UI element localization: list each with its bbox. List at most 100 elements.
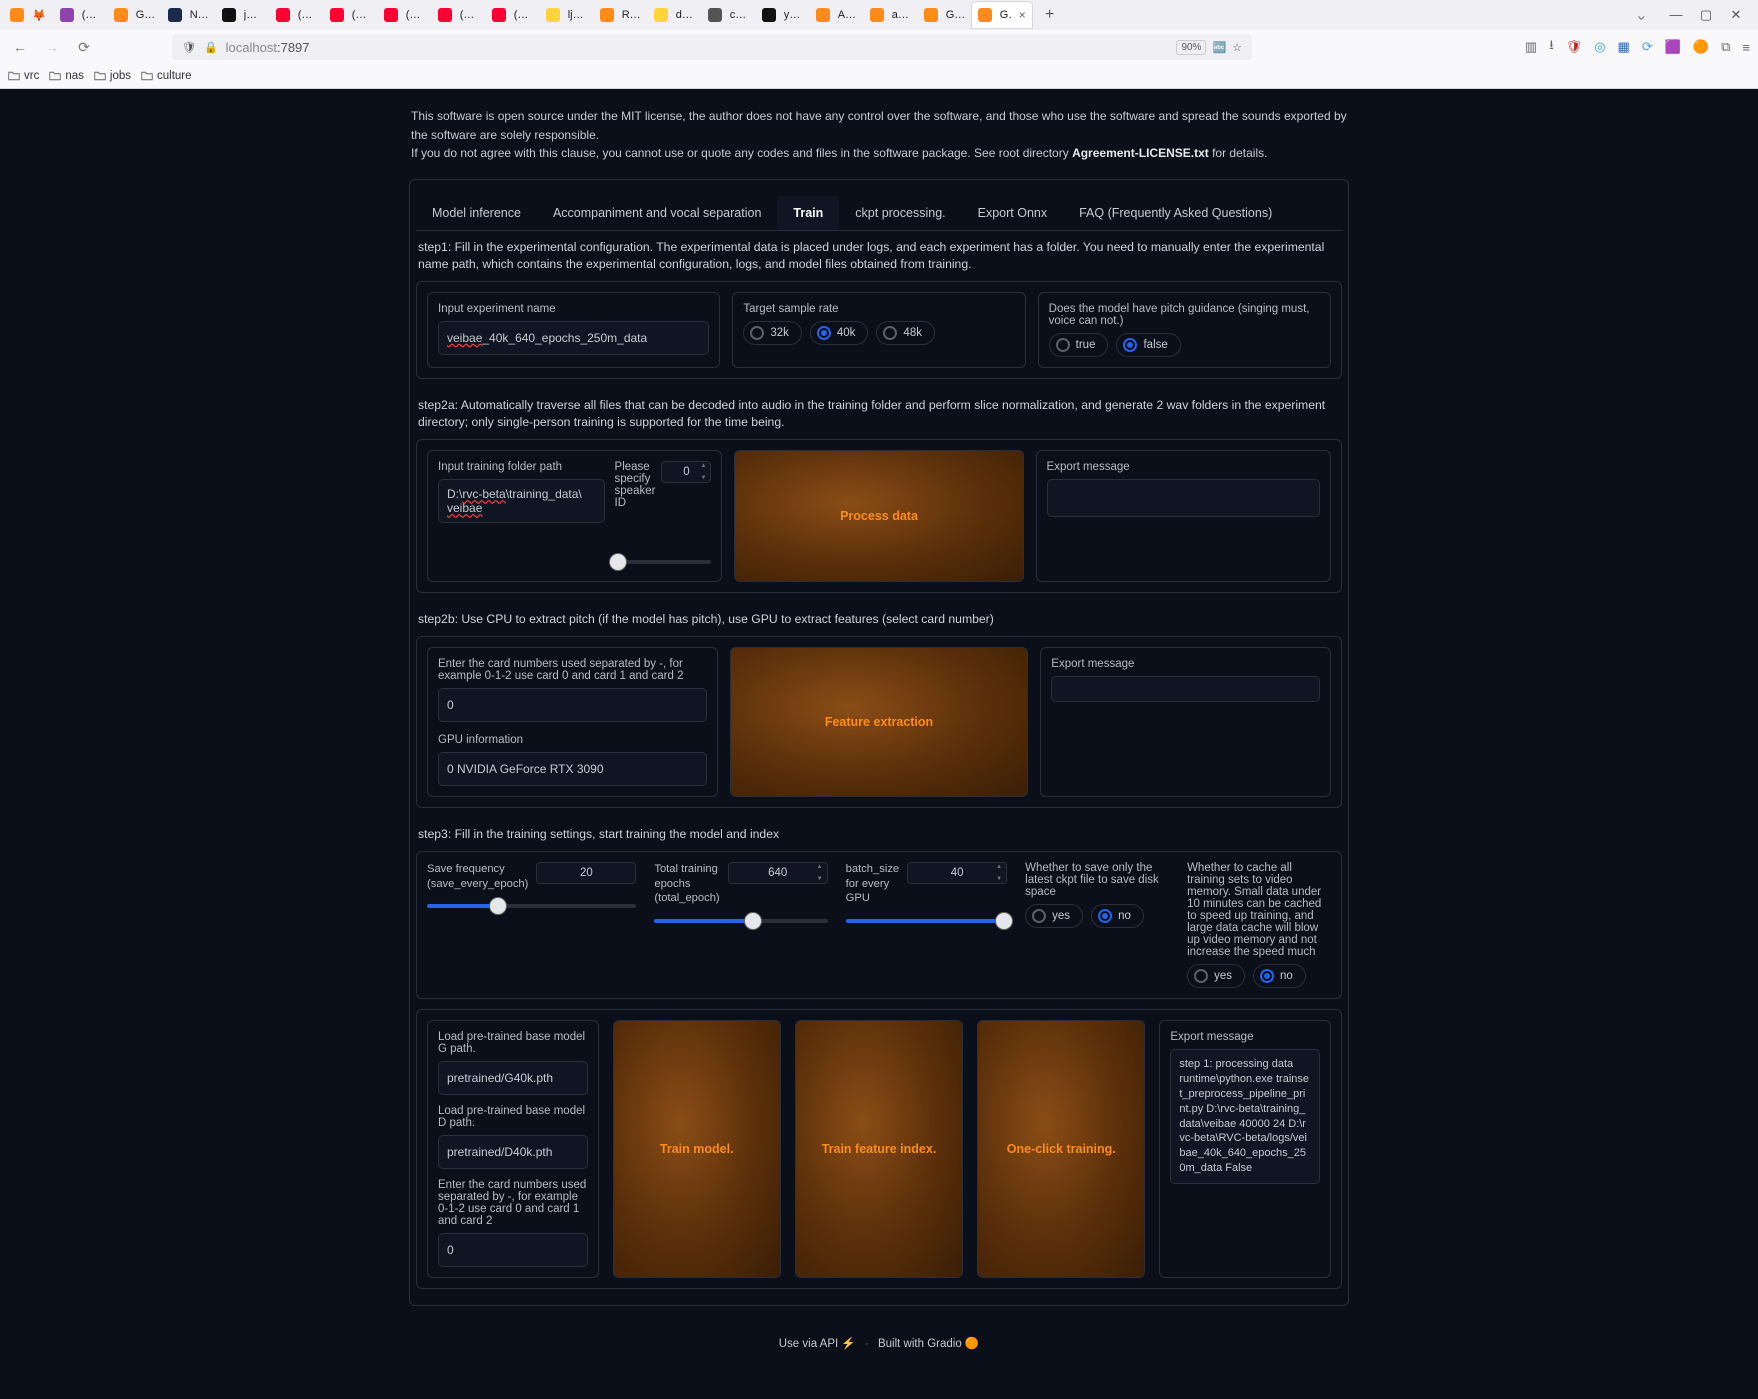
feature-extraction-button[interactable]: Feature extraction bbox=[730, 647, 1029, 797]
tab-faq[interactable]: FAQ (Frequently Asked Questions) bbox=[1063, 196, 1288, 230]
ext-icon-2[interactable]: ▦ bbox=[1618, 39, 1630, 55]
tab-train[interactable]: Train bbox=[777, 196, 839, 230]
bookmark-folder[interactable]: culture bbox=[141, 70, 192, 82]
radio-48k[interactable]: 48k bbox=[876, 321, 935, 345]
experiment-name-input[interactable]: veibae_40k_640_epochs_250m_data bbox=[438, 321, 709, 355]
window-maximize-icon[interactable]: ▢ bbox=[1698, 7, 1714, 23]
pretrained-g-input[interactable]: pretrained/G40k.pth bbox=[438, 1061, 588, 1095]
training-folder-label: Input training folder path bbox=[438, 461, 605, 473]
ext-icon-4[interactable]: 🟪 bbox=[1665, 39, 1681, 55]
browser-tab[interactable]: (2) [25 bbox=[378, 2, 430, 28]
tab-favicon bbox=[924, 8, 938, 22]
browser-tab[interactable]: jaywal bbox=[216, 2, 268, 28]
new-tab-button[interactable]: + bbox=[1038, 3, 1062, 27]
browser-tab[interactable]: adding bbox=[864, 2, 916, 28]
batch-size-input[interactable]: 40▲▼ bbox=[907, 862, 1007, 884]
step3-cards-input[interactable]: 0 bbox=[438, 1233, 588, 1267]
browser-tab[interactable]: yt-dlp bbox=[756, 2, 808, 28]
browser-tab[interactable]: (2) [02 bbox=[432, 2, 484, 28]
speaker-id-input[interactable]: 0 ▲▼ bbox=[661, 461, 711, 483]
gpu-info-input[interactable]: 0 NVIDIA GeForce RTX 3090 bbox=[438, 752, 707, 786]
tab-favicon bbox=[816, 8, 830, 22]
train-model-button[interactable]: Train model. bbox=[613, 1020, 781, 1278]
total-epochs-slider[interactable] bbox=[654, 912, 827, 930]
pretrained-d-input[interactable]: pretrained/D40k.pth bbox=[438, 1135, 588, 1169]
batch-size-box: batch_size for every GPU 40▲▼ bbox=[846, 862, 1008, 988]
browser-tab[interactable]: (2) [26 bbox=[324, 2, 376, 28]
radio-latest-no[interactable]: no bbox=[1091, 904, 1144, 928]
browser-chrome: 🦊(26) rcGradioNavy Sjaywal(2) Vei(2) [26… bbox=[0, 0, 1758, 89]
browser-tab[interactable]: Gradio bbox=[108, 2, 160, 28]
ext-icon-5[interactable]: 🟠 bbox=[1693, 39, 1709, 55]
radio-cache-yes[interactable]: yes bbox=[1187, 964, 1245, 988]
tab-model-inference[interactable]: Model inference bbox=[416, 196, 537, 230]
ext-icon-1[interactable]: ◎ bbox=[1594, 39, 1605, 55]
reload-icon[interactable]: ⟳ bbox=[72, 35, 96, 59]
download-icon[interactable]: ⭳ bbox=[1549, 36, 1554, 58]
radio-pitch-false[interactable]: false bbox=[1116, 333, 1180, 357]
step2a-export-output bbox=[1047, 479, 1320, 517]
tab-onnx[interactable]: Export Onnx bbox=[962, 196, 1063, 230]
ublock-icon[interactable]: 🛡 bbox=[1566, 39, 1583, 55]
radio-latest-yes[interactable]: yes bbox=[1025, 904, 1083, 928]
browser-tab[interactable]: Gra× bbox=[972, 2, 1032, 28]
radio-40k[interactable]: 40k bbox=[810, 321, 869, 345]
radio-cache-no[interactable]: no bbox=[1253, 964, 1306, 988]
pretrained-g-label: Load pre-trained base model G path. bbox=[438, 1031, 588, 1055]
overflow-chevron-icon[interactable]: ⌄ bbox=[1635, 5, 1648, 25]
browser-tab[interactable]: 🦊 bbox=[4, 2, 52, 28]
tab-favicon bbox=[384, 8, 398, 22]
tab-label: jaywal bbox=[244, 9, 262, 21]
tab-ckpt[interactable]: ckpt processing. bbox=[839, 196, 961, 230]
total-epochs-box: Total training epochs (total_epoch) 640▲… bbox=[654, 862, 827, 988]
back-icon[interactable]: ← bbox=[8, 35, 32, 59]
app-body: This software is open source under the M… bbox=[0, 89, 1758, 1399]
radio-32k[interactable]: 32k bbox=[743, 321, 802, 345]
extensions-icon[interactable]: ⧉ bbox=[1721, 39, 1730, 55]
tab-close-icon[interactable]: × bbox=[1019, 8, 1026, 22]
tab-accompaniment[interactable]: Accompaniment and vocal separation bbox=[537, 196, 777, 230]
train-feature-index-button[interactable]: Train feature index. bbox=[795, 1020, 963, 1278]
tab-label: yt-dlp bbox=[784, 9, 802, 21]
one-click-training-button[interactable]: One-click training. bbox=[977, 1020, 1145, 1278]
zoom-level[interactable]: 90% bbox=[1176, 40, 1206, 55]
use-via-api-link[interactable]: Use via API ⚡ bbox=[779, 1338, 856, 1350]
menu-icon[interactable]: ≡ bbox=[1742, 40, 1750, 55]
browser-tab[interactable]: (2) [05 bbox=[486, 2, 538, 28]
bookmark-folder[interactable]: nas bbox=[49, 70, 84, 82]
browser-tab[interactable]: (2) Vei bbox=[270, 2, 322, 28]
browser-tab[interactable]: c++ - bbox=[702, 2, 754, 28]
browser-tab[interactable]: RVC-b bbox=[594, 2, 646, 28]
browser-tab[interactable]: docs/F bbox=[648, 2, 700, 28]
address-bar[interactable]: 🛡 🔒 localhost:7897 90% 🔤 ☆ bbox=[172, 34, 1252, 60]
star-icon[interactable]: ☆ bbox=[1232, 41, 1242, 54]
card-numbers-input[interactable]: 0 bbox=[438, 688, 707, 722]
total-epochs-input[interactable]: 640▲▼ bbox=[728, 862, 828, 884]
browser-tab[interactable]: Audio bbox=[810, 2, 862, 28]
browser-tab[interactable]: lj1995/ bbox=[540, 2, 592, 28]
window-close-icon[interactable]: ✕ bbox=[1728, 7, 1744, 23]
ext-icon-3[interactable]: ⟳ bbox=[1642, 39, 1653, 55]
reader-icon[interactable]: ▥ bbox=[1525, 39, 1537, 55]
built-with-gradio-link[interactable]: Built with Gradio 🟠 bbox=[878, 1338, 979, 1350]
window-minimize-icon[interactable]: — bbox=[1668, 7, 1684, 23]
save-frequency-slider[interactable] bbox=[427, 897, 636, 915]
process-data-button[interactable]: Process data bbox=[734, 450, 1023, 582]
browser-tab[interactable]: (26) rc bbox=[54, 2, 106, 28]
speaker-id-slider[interactable] bbox=[615, 553, 712, 571]
step2b-panel: Enter the card numbers used separated by… bbox=[416, 636, 1342, 808]
training-folder-input[interactable]: D:\rvc-beta\training_data\ veibae bbox=[438, 479, 605, 523]
batch-size-slider[interactable] bbox=[846, 912, 1008, 930]
bookmark-folder[interactable]: vrc bbox=[8, 70, 39, 82]
tab-label: lj1995/ bbox=[568, 9, 586, 21]
forward-icon[interactable]: → bbox=[40, 35, 64, 59]
browser-tab[interactable]: Navy S bbox=[162, 2, 214, 28]
browser-tab[interactable]: Gradio bbox=[918, 2, 970, 28]
tab-label: Gradio bbox=[946, 9, 964, 21]
save-frequency-input[interactable]: 20 bbox=[536, 862, 636, 884]
tab-favicon bbox=[10, 8, 24, 22]
step3-label: step3: Fill in the training settings, st… bbox=[416, 818, 1342, 851]
bookmark-folder[interactable]: jobs bbox=[94, 70, 131, 82]
radio-pitch-true[interactable]: true bbox=[1049, 333, 1109, 357]
translate-icon[interactable]: 🔤 bbox=[1212, 41, 1226, 54]
